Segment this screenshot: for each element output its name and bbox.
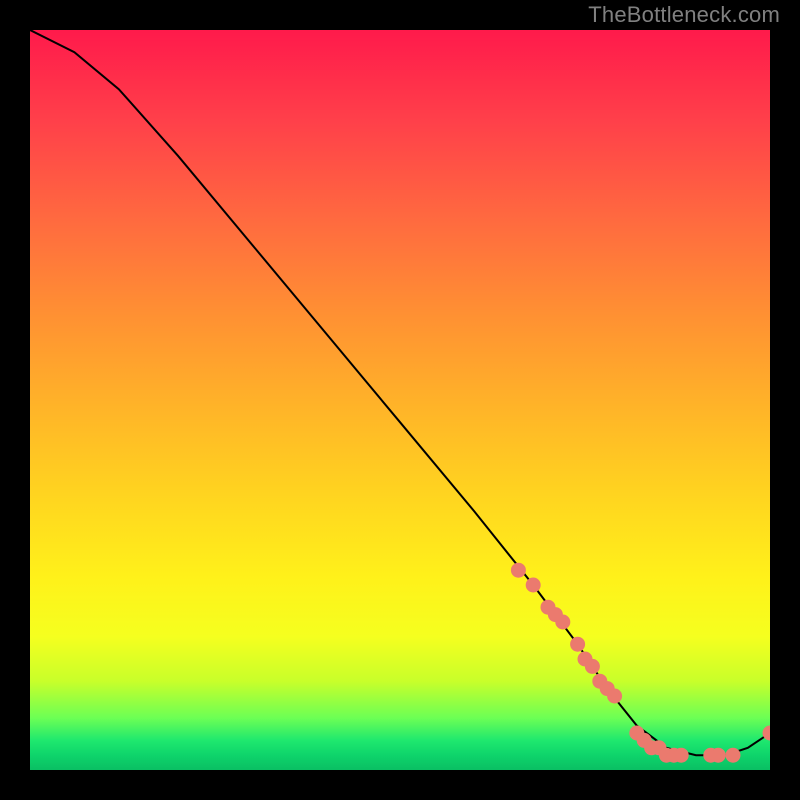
data-marker (630, 726, 644, 740)
data-marker (608, 689, 622, 703)
data-marker (578, 652, 592, 666)
data-marker (526, 578, 540, 592)
watermark-text: TheBottleneck.com (588, 2, 780, 28)
data-marker (659, 748, 673, 762)
data-marker (585, 659, 599, 673)
plot-area (30, 30, 770, 770)
chart-svg (30, 30, 770, 770)
data-marker (593, 674, 607, 688)
curve-path (30, 30, 770, 755)
data-marker (674, 748, 688, 762)
data-marker (637, 733, 651, 747)
data-marker (667, 748, 681, 762)
chart-stage: TheBottleneck.com (0, 0, 800, 800)
data-marker (556, 615, 570, 629)
data-marker (571, 637, 585, 651)
data-marker (726, 748, 740, 762)
markers-group (511, 563, 770, 762)
data-marker (645, 741, 659, 755)
data-marker (711, 748, 725, 762)
data-marker (600, 682, 614, 696)
data-marker (763, 726, 770, 740)
data-marker (541, 600, 555, 614)
data-marker (548, 608, 562, 622)
data-marker (704, 748, 718, 762)
data-marker (652, 741, 666, 755)
data-marker (511, 563, 525, 577)
